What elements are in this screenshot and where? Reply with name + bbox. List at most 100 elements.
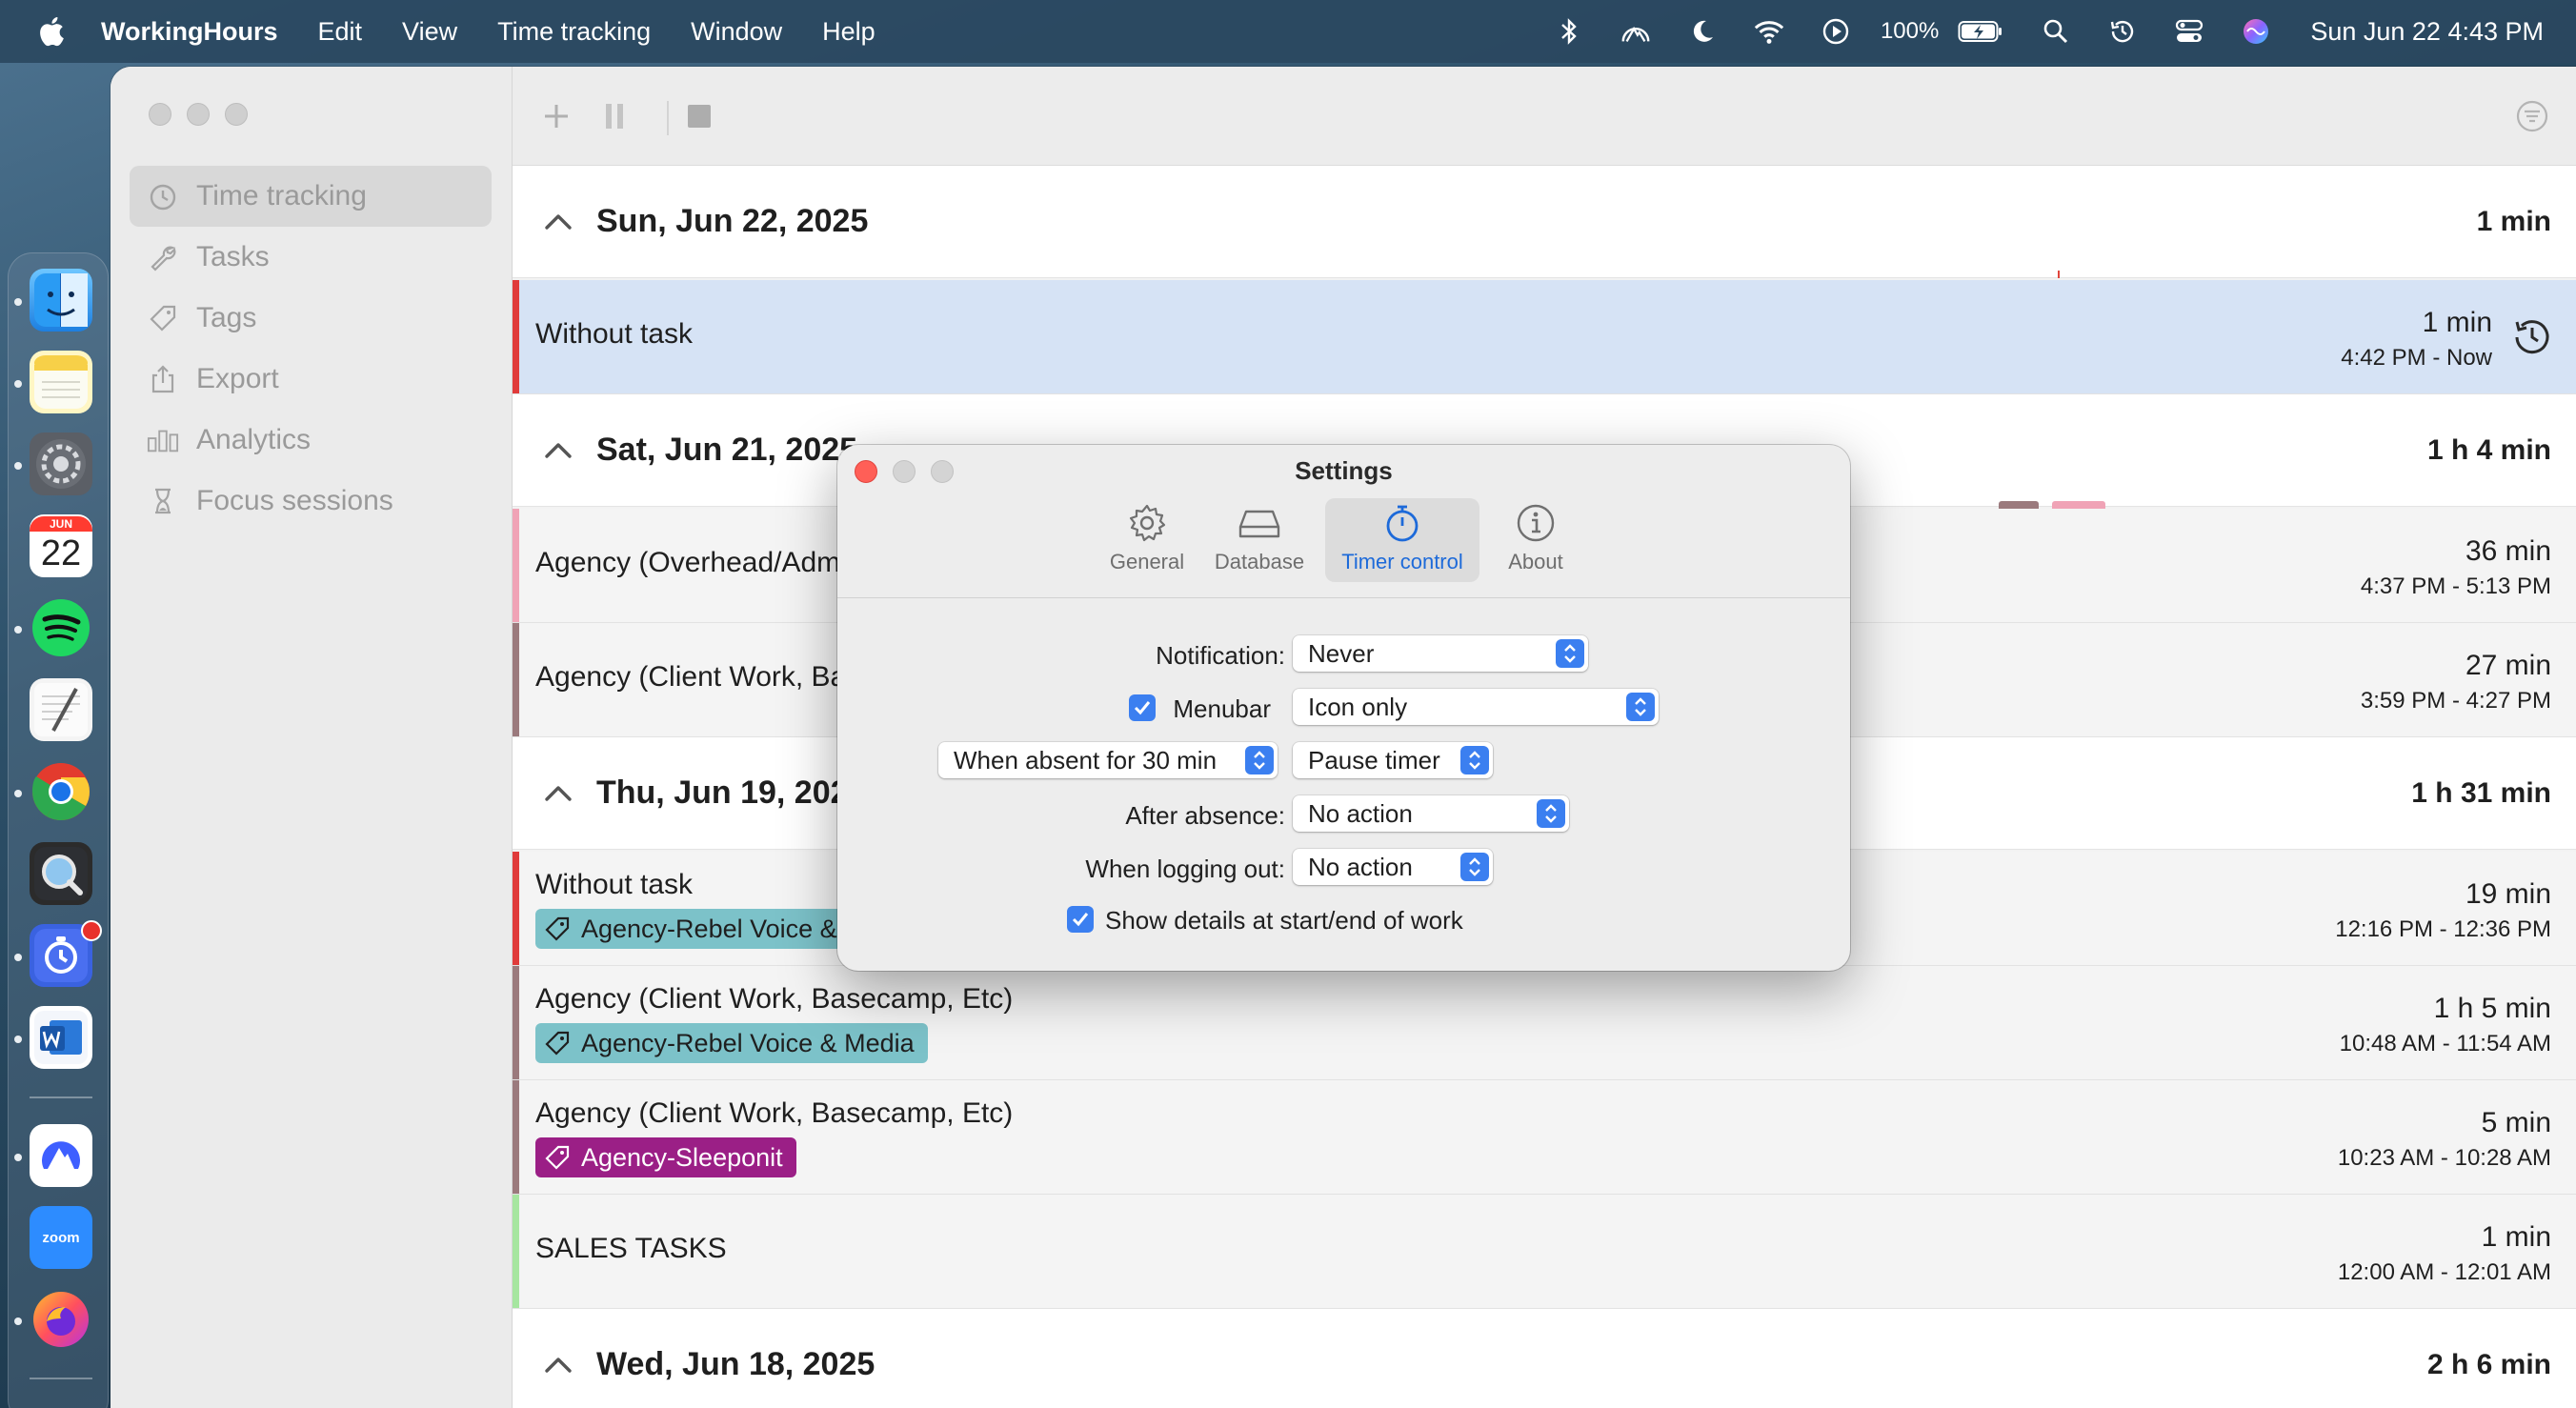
- menubar-app-name[interactable]: WorkingHours: [101, 17, 278, 47]
- notification-label: Notification:: [1156, 641, 1285, 670]
- time-entry[interactable]: SALES TASKS 1 min 12:00 AM - 12:01 AM: [513, 1195, 2576, 1309]
- sidebar-item-analytics[interactable]: Analytics: [130, 410, 492, 471]
- filter-icon[interactable]: [2513, 97, 2551, 135]
- sidebar-item-label: Export: [196, 363, 279, 394]
- notification-select[interactable]: Never: [1293, 635, 1588, 672]
- minimize-button[interactable]: [187, 103, 210, 126]
- sidebar-item-label: Focus sessions: [196, 485, 393, 516]
- menubar-checkbox[interactable]: [1129, 694, 1156, 721]
- day-total: 1 h 4 min: [2426, 433, 2551, 466]
- select-value: Pause timer: [1308, 745, 1440, 774]
- menu-help[interactable]: Help: [822, 17, 875, 47]
- zoom-button[interactable]: [225, 103, 248, 126]
- wifi-icon[interactable]: [1753, 15, 1785, 48]
- day-date: Sun, Jun 22, 2025: [596, 203, 869, 239]
- running-clock-icon[interactable]: [2509, 314, 2555, 360]
- menu-window[interactable]: Window: [691, 17, 782, 47]
- chevron-up-icon[interactable]: [539, 203, 577, 241]
- day-total: 1 h 31 min: [2411, 776, 2551, 809]
- sidebar-item-label: Tags: [196, 302, 257, 333]
- control-center-icon[interactable]: [2173, 15, 2205, 48]
- add-icon[interactable]: [537, 97, 575, 135]
- nordvpn-icon[interactable]: [1620, 15, 1652, 48]
- entry-time-range: 10:23 AM - 10:28 AM: [2337, 1145, 2551, 1171]
- dock-running-dot: [14, 380, 22, 388]
- apple-icon[interactable]: [36, 14, 70, 49]
- dock-running-dot: [14, 298, 22, 306]
- pause-icon[interactable]: [596, 97, 634, 135]
- menubar: WorkingHours Edit View Time tracking Win…: [0, 0, 2576, 63]
- time-entry[interactable]: Agency (Client Work, Basecamp, Etc) Agen…: [513, 966, 2576, 1080]
- word-icon[interactable]: [30, 1006, 92, 1069]
- dock-separator: [30, 1378, 92, 1379]
- time-entry[interactable]: Without task 1 min 4:42 PM - Now: [513, 280, 2576, 394]
- tab-about[interactable]: About: [1493, 498, 1579, 582]
- day-header[interactable]: Wed, Jun 18, 2025 2 h 6 min: [513, 1309, 2576, 1408]
- timeline-segment: [1999, 501, 2039, 509]
- absent-action-select[interactable]: Pause timer: [1293, 742, 1493, 778]
- tab-timer-control[interactable]: Timer control: [1325, 498, 1479, 582]
- calendar-icon[interactable]: JUN 22: [30, 514, 92, 577]
- tag-chip[interactable]: Agency-Rebel Voice & Media: [535, 1023, 928, 1063]
- play-circle-icon[interactable]: [1820, 15, 1852, 48]
- battery-percent: 100%: [1880, 18, 1940, 44]
- menu-view[interactable]: View: [402, 17, 457, 47]
- chevron-up-icon[interactable]: [539, 774, 577, 813]
- time-machine-icon[interactable]: [2106, 15, 2139, 48]
- select-value: When absent for 30 min: [954, 745, 1218, 774]
- tab-general[interactable]: General: [1102, 498, 1192, 582]
- menubar-clock[interactable]: Sun Jun 22 4:43 PM: [2310, 17, 2544, 47]
- bar-chart-icon: [147, 424, 179, 456]
- spotlight-search-icon[interactable]: [2040, 15, 2072, 48]
- absent-duration-select[interactable]: When absent for 30 min: [938, 742, 1278, 778]
- sidebar-item-label: Tasks: [196, 241, 270, 272]
- menu-time-tracking[interactable]: Time tracking: [497, 17, 651, 47]
- sidebar-item-time-tracking[interactable]: Time tracking: [130, 166, 492, 227]
- menu-edit[interactable]: Edit: [318, 17, 363, 47]
- moon-icon[interactable]: [1686, 15, 1719, 48]
- after-absence-select[interactable]: No action: [1293, 795, 1569, 832]
- zoom-icon[interactable]: zoom: [30, 1206, 92, 1269]
- chrome-icon[interactable]: [30, 760, 92, 823]
- time-entry[interactable]: Agency (Client Work, Basecamp, Etc) Agen…: [513, 1080, 2576, 1195]
- select-value: No action: [1308, 852, 1413, 881]
- firefox-icon[interactable]: [30, 1288, 92, 1351]
- show-details-checkbox[interactable]: [1067, 906, 1094, 933]
- stop-icon[interactable]: [680, 97, 718, 135]
- textedit-icon[interactable]: [30, 678, 92, 741]
- sidebar-item-tasks[interactable]: Tasks: [130, 227, 492, 288]
- stopwatch-icon: [1379, 500, 1425, 546]
- tag-chip[interactable]: Agency-Sleeponit: [535, 1137, 796, 1177]
- battery-icon[interactable]: [1956, 15, 2005, 48]
- tab-database[interactable]: Database: [1207, 498, 1312, 582]
- sidebar-item-focus-sessions[interactable]: Focus sessions: [130, 471, 492, 532]
- chevron-updown-icon: [1245, 746, 1274, 774]
- info-icon: [1513, 500, 1559, 546]
- chevron-updown-icon: [1537, 799, 1565, 828]
- task-color-bar: [513, 1080, 519, 1194]
- menubar-select[interactable]: Icon only: [1293, 689, 1659, 725]
- entry-duration: 1 min: [2481, 1221, 2551, 1253]
- system-settings-icon[interactable]: [30, 432, 92, 495]
- notes-icon[interactable]: [30, 351, 92, 413]
- quicktime-icon[interactable]: [30, 842, 92, 905]
- chevron-up-icon[interactable]: [539, 432, 577, 470]
- day-date: Wed, Jun 18, 2025: [596, 1346, 875, 1382]
- logout-select[interactable]: No action: [1293, 849, 1493, 885]
- tag-icon: [545, 1031, 570, 1056]
- select-value: Icon only: [1308, 692, 1408, 721]
- logout-label: When logging out:: [1085, 855, 1285, 883]
- close-button[interactable]: [149, 103, 171, 126]
- bluetooth-icon[interactable]: [1553, 15, 1585, 48]
- siri-icon[interactable]: [2240, 15, 2272, 48]
- chevron-up-icon[interactable]: [539, 1346, 577, 1384]
- day-header[interactable]: Sun, Jun 22, 2025 1 min: [513, 166, 2576, 278]
- sidebar-item-tags[interactable]: Tags: [130, 288, 492, 349]
- spotify-icon[interactable]: [30, 596, 92, 659]
- finder-icon[interactable]: [30, 269, 92, 332]
- now-marker: [2058, 271, 2060, 278]
- sidebar-item-export[interactable]: Export: [130, 349, 492, 410]
- entry-time-range: 4:37 PM - 5:13 PM: [2360, 573, 2551, 599]
- entry-duration: 19 min: [2465, 878, 2551, 910]
- nordvpn-dock-icon[interactable]: [30, 1124, 92, 1187]
